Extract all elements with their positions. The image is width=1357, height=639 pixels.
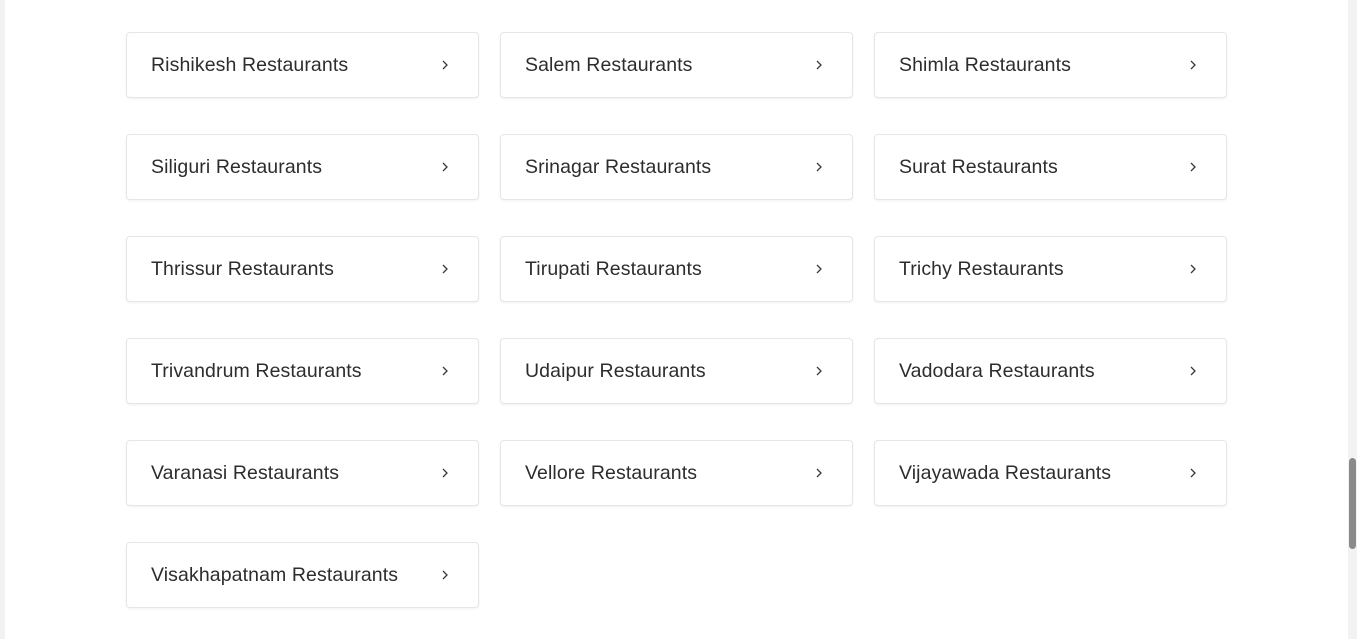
city-link-thrissur[interactable]: Thrissur Restaurants bbox=[126, 236, 479, 302]
chevron-right-icon bbox=[438, 568, 452, 582]
city-link-label: Salem Restaurants bbox=[525, 53, 693, 76]
city-link-vadodara[interactable]: Vadodara Restaurants bbox=[874, 338, 1227, 404]
city-link-varanasi[interactable]: Varanasi Restaurants bbox=[126, 440, 479, 506]
vertical-scrollbar[interactable] bbox=[1348, 0, 1357, 639]
city-link-shimla[interactable]: Shimla Restaurants bbox=[874, 32, 1227, 98]
city-link-label: Srinagar Restaurants bbox=[525, 155, 712, 178]
city-link-udaipur[interactable]: Udaipur Restaurants bbox=[500, 338, 853, 404]
city-link-siliguri[interactable]: Siliguri Restaurants bbox=[126, 134, 479, 200]
city-link-label: Thrissur Restaurants bbox=[151, 257, 334, 280]
city-link-trichy[interactable]: Trichy Restaurants bbox=[874, 236, 1227, 302]
city-link-visakhapatnam[interactable]: Visakhapatnam Restaurants bbox=[126, 542, 479, 608]
city-link-label: Tirupati Restaurants bbox=[525, 257, 702, 280]
city-grid: Rishikesh Restaurants Salem Restaurants … bbox=[126, 32, 1227, 608]
city-link-surat[interactable]: Surat Restaurants bbox=[874, 134, 1227, 200]
chevron-right-icon bbox=[1186, 364, 1200, 378]
chevron-right-icon bbox=[812, 160, 826, 174]
city-link-label: Shimla Restaurants bbox=[899, 53, 1071, 76]
chevron-right-icon bbox=[438, 466, 452, 480]
chevron-right-icon bbox=[1186, 160, 1200, 174]
city-link-label: Vellore Restaurants bbox=[525, 461, 698, 484]
city-link-trivandrum[interactable]: Trivandrum Restaurants bbox=[126, 338, 479, 404]
chevron-right-icon bbox=[812, 466, 826, 480]
city-link-label: Trivandrum Restaurants bbox=[151, 359, 362, 382]
city-link-label: Vadodara Restaurants bbox=[899, 359, 1095, 382]
chevron-right-icon bbox=[438, 58, 452, 72]
city-link-vijayawada[interactable]: Vijayawada Restaurants bbox=[874, 440, 1227, 506]
chevron-right-icon bbox=[1186, 466, 1200, 480]
city-link-vellore[interactable]: Vellore Restaurants bbox=[500, 440, 853, 506]
city-link-label: Visakhapatnam Restaurants bbox=[151, 563, 399, 586]
scrollbar-thumb[interactable] bbox=[1349, 458, 1356, 549]
city-link-label: Siliguri Restaurants bbox=[151, 155, 323, 178]
city-link-label: Vijayawada Restaurants bbox=[899, 461, 1112, 484]
chevron-right-icon bbox=[1186, 58, 1200, 72]
chevron-right-icon bbox=[438, 262, 452, 276]
city-link-label: Trichy Restaurants bbox=[899, 257, 1064, 280]
chevron-right-icon bbox=[812, 262, 826, 276]
city-link-rishikesh[interactable]: Rishikesh Restaurants bbox=[126, 32, 479, 98]
chevron-right-icon bbox=[812, 364, 826, 378]
city-list-page: Rishikesh Restaurants Salem Restaurants … bbox=[5, 0, 1348, 639]
chevron-right-icon bbox=[812, 58, 826, 72]
city-link-label: Surat Restaurants bbox=[899, 155, 1058, 178]
city-link-tirupati[interactable]: Tirupati Restaurants bbox=[500, 236, 853, 302]
chevron-right-icon bbox=[438, 160, 452, 174]
city-link-label: Varanasi Restaurants bbox=[151, 461, 340, 484]
city-link-srinagar[interactable]: Srinagar Restaurants bbox=[500, 134, 853, 200]
city-link-label: Udaipur Restaurants bbox=[525, 359, 706, 382]
city-link-salem[interactable]: Salem Restaurants bbox=[500, 32, 853, 98]
chevron-right-icon bbox=[438, 364, 452, 378]
city-link-label: Rishikesh Restaurants bbox=[151, 53, 349, 76]
chevron-right-icon bbox=[1186, 262, 1200, 276]
